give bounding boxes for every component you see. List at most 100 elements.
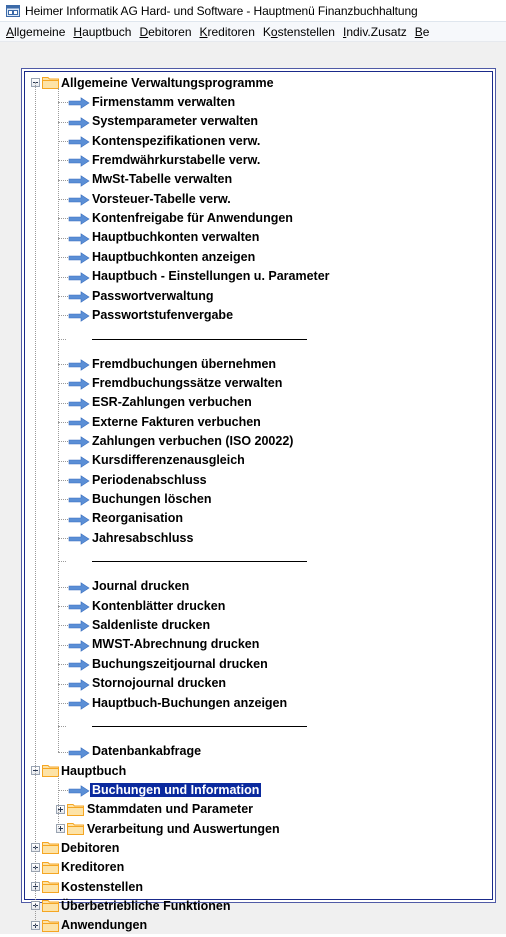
tree-item-label: Fremdwährkurstabelle verw. [92,153,261,168]
tree-item-datenbankabfrage[interactable]: Datenbankabfrage [92,742,201,761]
tree-guide-line [58,751,68,753]
tree-guide-line [58,338,66,340]
tree-folder-hauptbuch[interactable]: Verarbeitung und Auswertungen [87,819,280,838]
tree-item[interactable]: Zahlungen verbuchen (ISO 20022) [92,431,293,450]
tree-item[interactable]: Externe Fakturen verbuchen [92,412,261,431]
tree-item[interactable]: Kontenspezifikationen verw. [92,131,260,150]
tree-guide-line [58,402,68,404]
menu-access-key: H [73,24,83,39]
tree-root[interactable]: Debitoren [61,838,119,857]
tree-item-label: Journal drucken [92,579,190,594]
tree-item[interactable]: Jahresabschluss [92,528,193,547]
tree-item-label: Passwortverwaltung [92,288,214,303]
tree-item-label: Jahresabschluss [92,530,194,545]
menu-kostenstellen[interactable]: Kostenstellen [259,25,339,39]
tree-item-label: Zahlungen verbuchen (ISO 20022) [92,433,294,448]
menu-bar: Allgemeine Hauptbuch Debitoren Kreditore… [0,22,506,42]
tree-item-label: Fremdbuchungssätze verwalten [92,375,283,390]
arrow-right-icon [68,251,90,264]
tree-guide-line [58,121,68,123]
tree-item-label: Stammdaten und Parameter [87,802,254,817]
menu-label-rest: e [422,24,430,39]
tree-item[interactable]: Passwortverwaltung [92,286,214,305]
tree-item-label: Kostenstellen [61,879,143,894]
tree-item[interactable]: Kursdifferenzenausgleich [92,451,245,470]
tree-item[interactable]: Fremdwährkurstabelle verw. [92,150,260,169]
arrow-right-icon [68,232,90,245]
tree-guide-line [58,237,68,239]
tree-item[interactable]: Stornojournal drucken [92,674,226,693]
tree-guide-line [58,383,68,385]
arrow-right-icon [68,377,90,391]
tree-item[interactable]: Passwortstufenvergabe [92,305,233,324]
arrow-right-icon [68,435,90,449]
tree-root-allgemeine[interactable]: Allgemeine Verwaltungsprogramme [61,73,274,92]
menu-indiv-zusatz[interactable]: Indiv.Zusatz [339,25,411,39]
tree-panel: Allgemeine Verwaltungsprogramme Firmensta… [21,68,496,932]
tree-item[interactable]: Buchungen löschen [92,489,211,508]
menu-label-rest: reditoren [207,24,255,39]
tree-guide-line [58,606,68,608]
tree-item[interactable]: Systemparameter verwalten [92,112,258,131]
tree-guide-line [58,160,68,162]
tree-item[interactable]: Buchungszeitjournal drucken [92,654,268,673]
tree-root-hauptbuch[interactable]: Hauptbuch [61,761,126,780]
tree-item[interactable]: Saldenliste drucken [92,615,210,634]
tree-item[interactable]: Hauptbuch-Buchungen anzeigen [92,693,287,712]
tree-item[interactable]: Fremdbuchungen übernehmen [92,354,276,373]
tree-folder-hauptbuch[interactable]: Stammdaten und Parameter [87,800,253,819]
tree-item[interactable]: Kontenblätter drucken [92,596,225,615]
tree-view[interactable]: Allgemeine Verwaltungsprogramme Firmensta… [24,71,493,932]
tree-guide-line [58,644,68,646]
tree-guide-line [58,790,68,792]
tree-root[interactable]: Anwendungen [61,916,147,935]
app-icon [6,4,20,17]
tree-guide-line [58,199,68,201]
folder-icon [67,821,84,835]
arrow-right-icon [68,581,90,594]
tree-item[interactable]: Periodenabschluss [92,470,207,489]
menu-be[interactable]: Be [411,25,434,39]
tree-item[interactable]: MwSt-Tabelle verwalten [92,170,232,189]
tree-item-label: Buchungen und Information [88,781,263,798]
tree-item[interactable]: Vorsteuer-Tabelle verw. [92,189,231,208]
arrow-right-icon [68,416,90,429]
menu-allgemeine[interactable]: Allgemeine [0,25,69,39]
tree-root[interactable]: Kostenstellen [61,877,143,896]
tree-item[interactable]: Hauptbuch - Einstellungen u. Parameter [92,267,330,286]
folder-icon [42,860,59,874]
menu-debitoren[interactable]: Debitoren [135,25,195,39]
tree-guide-line [58,141,68,143]
tree-guide-line [58,257,68,259]
arrow-right-icon [68,116,90,129]
tree-root[interactable]: Kreditoren [61,858,124,877]
tree-item-label: Allgemeine Verwaltungsprogramme [61,75,274,90]
tree-item[interactable]: Hauptbuchkonten anzeigen [92,247,255,266]
tree-item[interactable]: Reorganisation [92,509,183,528]
tree-guide-line [58,518,68,520]
menu-kreditoren[interactable]: Kreditoren [196,25,259,39]
tree-item[interactable]: Kontenfreigabe für Anwendungen [92,208,293,227]
tree-guide-line [58,102,68,104]
tree-item[interactable]: MWST-Abrechnung drucken [92,635,259,654]
tree-root[interactable]: Überbetriebliche Funktionen [61,896,230,915]
tree-item-label: ESR-Zahlungen verbuchen [92,395,252,410]
tree-guide-line [58,315,68,317]
menu-access-key: o [270,24,278,39]
tree-item[interactable]: ESR-Zahlungen verbuchen [92,393,252,412]
tree-guide-line [35,82,36,926]
tree-guide-line [58,295,68,297]
folder-icon [67,802,84,816]
folder-icon [42,918,59,932]
tree-item-selected[interactable]: Buchungen und Information [88,780,263,799]
tree-item[interactable]: Firmenstamm verwalten [92,92,235,111]
window-title: Heimer Informatik AG Hard- und Software … [25,3,418,18]
tree-item-label: Überbetriebliche Funktionen [61,899,231,914]
tree-item[interactable]: Hauptbuchkonten verwalten [92,228,259,247]
tree-guide-line [58,538,68,540]
tree-item[interactable]: Journal drucken [92,577,189,596]
folder-icon [42,898,59,913]
arrow-right-icon [68,493,90,507]
tree-item[interactable]: Fremdbuchungssätze verwalten [92,373,282,392]
menu-hauptbuch[interactable]: Hauptbuch [69,25,135,39]
